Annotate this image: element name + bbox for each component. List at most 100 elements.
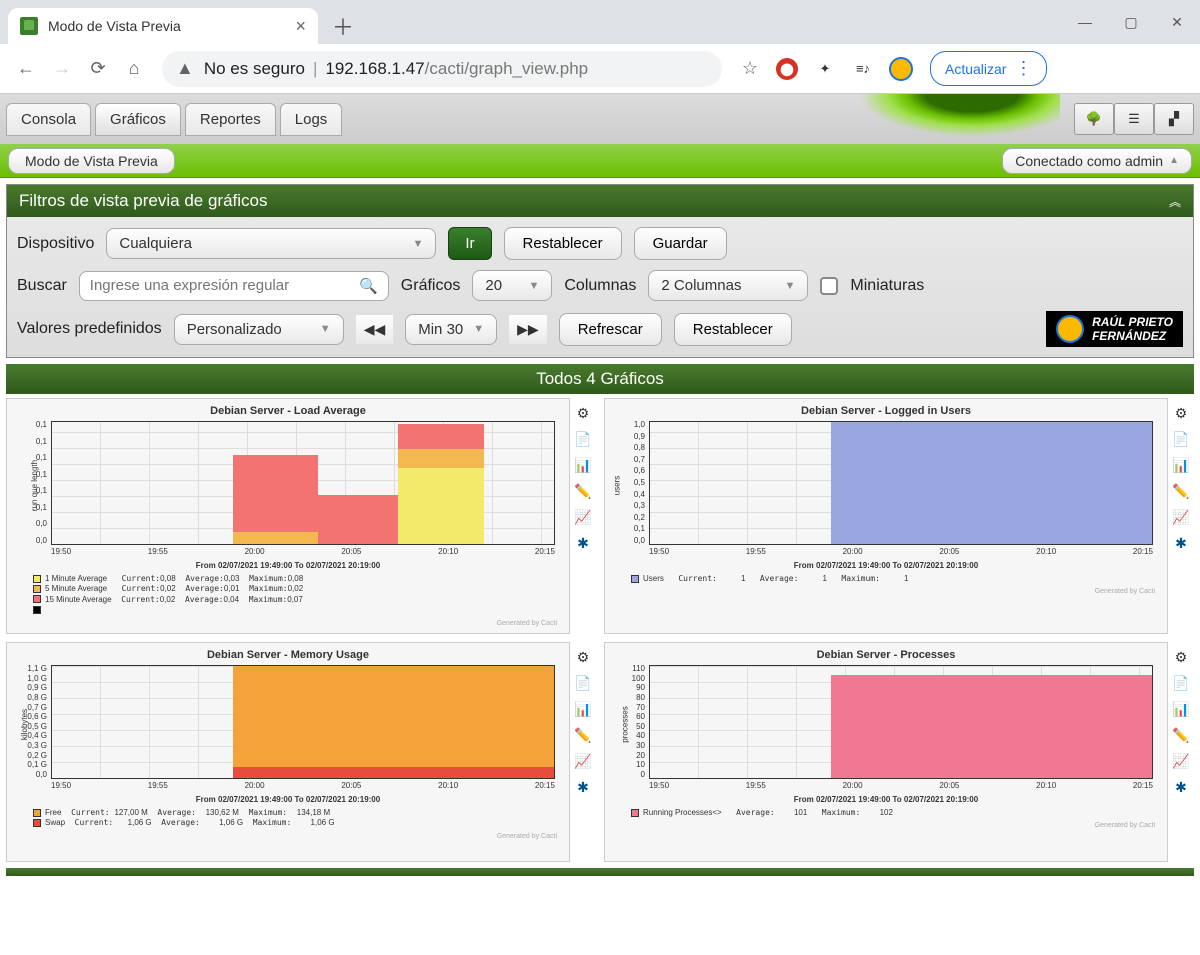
csv-export-icon[interactable]: 📄 — [572, 428, 594, 450]
reload-button[interactable]: ⟳ — [80, 51, 116, 87]
plot-area — [649, 665, 1153, 779]
close-tab-icon[interactable]: × — [295, 16, 306, 37]
kill-icon[interactable]: ✱ — [1170, 532, 1192, 554]
columns-select[interactable]: 2 Columnas▼ — [648, 270, 808, 301]
y-axis: 1,1 G1,0 G0,9 G0,8 G0,7 G0,6 G0,5 G0,4 G… — [17, 665, 47, 779]
back-button[interactable]: ← — [8, 51, 44, 87]
filter-panel-header: Filtros de vista previa de gráficos ︽ — [7, 185, 1193, 217]
kill-icon[interactable]: ✱ — [1170, 776, 1192, 798]
reset-button[interactable]: Restablecer — [504, 227, 622, 260]
cacti-favicon — [20, 17, 38, 35]
timeframe-select[interactable]: Min 30▼ — [405, 314, 497, 345]
close-window-button[interactable]: ✕ — [1154, 0, 1200, 44]
legend: Users Current: 1 Average: 1 Maximum: 1 — [607, 570, 1165, 588]
kill-icon[interactable]: ✱ — [572, 532, 594, 554]
search-icon[interactable]: 🔍 — [359, 277, 378, 295]
presets-select[interactable]: Personalizado▼ — [174, 314, 344, 345]
zoom-icon[interactable]: 📈 — [1170, 750, 1192, 772]
cacti-logo-swoosh — [840, 94, 1060, 144]
kill-icon[interactable]: ✱ — [572, 776, 594, 798]
address-bar-row: ← → ⟳ ⌂ ▲ No es seguro | 192.168.1.47/ca… — [0, 44, 1200, 94]
device-select[interactable]: Cualquiera▼ — [106, 228, 436, 259]
columns-label: Columnas — [564, 277, 636, 295]
browser-tab[interactable]: Modo de Vista Previa × — [8, 8, 318, 44]
bookmark-star-icon[interactable]: ☆ — [732, 51, 768, 87]
realtime-icon[interactable]: 📊 — [572, 454, 594, 476]
graph-logged-users[interactable]: Debian Server - Logged in Users users 1,… — [604, 398, 1168, 634]
edit-icon[interactable]: ✏️ — [1170, 480, 1192, 502]
not-secure-icon: ▲ — [176, 58, 194, 79]
save-button[interactable]: Guardar — [634, 227, 727, 260]
refresh-button[interactable]: Refrescar — [559, 313, 662, 346]
author-watermark: RAÚL PRIETOFERNÁNDEZ — [1046, 311, 1183, 347]
search-input-wrapper: 🔍 — [79, 271, 389, 301]
presets-label: Valores predefinidos — [17, 320, 162, 338]
gear-icon[interactable]: ⚙ — [572, 646, 594, 668]
gear-icon[interactable]: ⚙ — [1170, 646, 1192, 668]
main-nav-tabs: Consola Gráficos Reportes Logs — [6, 103, 342, 136]
new-tab-button[interactable]: ＋ — [332, 8, 354, 44]
ublock-icon[interactable]: ⬤ — [772, 54, 802, 84]
cacti-topbar: Consola Gráficos Reportes Logs 🌳 ☰ ▞ — [0, 94, 1200, 144]
filter-panel: Filtros de vista previa de gráficos ︽ Di… — [6, 184, 1194, 358]
connected-as-menu[interactable]: Conectado como admin ▲ — [1002, 148, 1192, 174]
graphs-count-select[interactable]: 20▼ — [472, 270, 552, 301]
go-button[interactable]: Ir — [448, 227, 491, 260]
timeframe-prev-icon[interactable]: ◀◀ — [356, 315, 394, 344]
collapse-icon[interactable]: ︽ — [1169, 193, 1181, 210]
minimize-button[interactable]: — — [1062, 0, 1108, 44]
list-view-icon[interactable]: ☰ — [1114, 103, 1154, 135]
kebab-menu-icon[interactable]: ⋮ — [1014, 58, 1032, 79]
zoom-icon[interactable]: 📈 — [572, 750, 594, 772]
csv-export-icon[interactable]: 📄 — [1170, 428, 1192, 450]
edit-icon[interactable]: ✏️ — [572, 480, 594, 502]
edit-icon[interactable]: ✏️ — [1170, 724, 1192, 746]
zoom-icon[interactable]: 📈 — [1170, 506, 1192, 528]
gear-icon[interactable]: ⚙ — [1170, 402, 1192, 424]
tab-graficos[interactable]: Gráficos — [95, 103, 181, 136]
breadcrumb[interactable]: Modo de Vista Previa — [8, 148, 175, 174]
y-axis: 1,00,90,80,70,60,50,40,30,20,10,0 — [615, 421, 645, 545]
tab-logs[interactable]: Logs — [280, 103, 343, 136]
graph-action-icons: ⚙ 📄 📊 ✏️ 📈 ✱ — [570, 642, 596, 862]
graphs-heading: Todos 4 Gráficos — [6, 364, 1194, 394]
graph-load-average[interactable]: Debian Server - Load Average run que len… — [6, 398, 570, 634]
legend: Running Processes<> Average: 101 Maximum… — [607, 804, 1165, 822]
y-axis: 1101009080706050403020100 — [615, 665, 645, 779]
profile-icon[interactable] — [886, 54, 916, 84]
graph-memory-usage[interactable]: Debian Server - Memory Usage kilobytes 1… — [6, 642, 570, 862]
not-secure-label: No es seguro — [204, 59, 305, 79]
search-input[interactable] — [90, 277, 359, 294]
extensions-icon[interactable]: ✦ — [810, 54, 840, 84]
tab-consola[interactable]: Consola — [6, 103, 91, 136]
browser-titlebar: Modo de Vista Previa × ＋ — ▢ ✕ — [0, 0, 1200, 44]
csv-export-icon[interactable]: 📄 — [1170, 672, 1192, 694]
realtime-icon[interactable]: 📊 — [1170, 698, 1192, 720]
csv-export-icon[interactable]: 📄 — [572, 672, 594, 694]
preview-view-icon[interactable]: ▞ — [1154, 103, 1194, 135]
realtime-icon[interactable]: 📊 — [572, 698, 594, 720]
maximize-button[interactable]: ▢ — [1108, 0, 1154, 44]
tree-view-icon[interactable]: 🌳 — [1074, 103, 1114, 135]
tab-title: Modo de Vista Previa — [48, 18, 181, 34]
update-button[interactable]: Actualizar ⋮ — [930, 51, 1047, 86]
address-bar[interactable]: ▲ No es seguro | 192.168.1.47/cacti/grap… — [162, 51, 722, 87]
forward-button[interactable]: → — [44, 51, 80, 87]
thumbnails-checkbox[interactable] — [820, 277, 838, 295]
tab-reportes[interactable]: Reportes — [185, 103, 276, 136]
gear-icon[interactable]: ⚙ — [572, 402, 594, 424]
x-axis: 19:5019:5520:0020:0520:1020:15 — [51, 547, 555, 561]
footer-bar — [6, 868, 1194, 876]
legend: Free Current: 127,00 M Average: 130,62 M… — [9, 804, 567, 833]
x-axis: 19:5019:5520:0020:0520:1020:15 — [649, 547, 1153, 561]
graph-processes[interactable]: Debian Server - Processes processes 1101… — [604, 642, 1168, 862]
zoom-icon[interactable]: 📈 — [572, 506, 594, 528]
reset2-button[interactable]: Restablecer — [674, 313, 792, 346]
timeframe-next-icon[interactable]: ▶▶ — [509, 315, 547, 344]
plot-area — [51, 421, 555, 545]
reading-list-icon[interactable]: ≡♪ — [848, 54, 878, 84]
edit-icon[interactable]: ✏️ — [572, 724, 594, 746]
realtime-icon[interactable]: 📊 — [1170, 454, 1192, 476]
url-host: 192.168.1.47 — [325, 59, 424, 79]
home-button[interactable]: ⌂ — [116, 51, 152, 87]
